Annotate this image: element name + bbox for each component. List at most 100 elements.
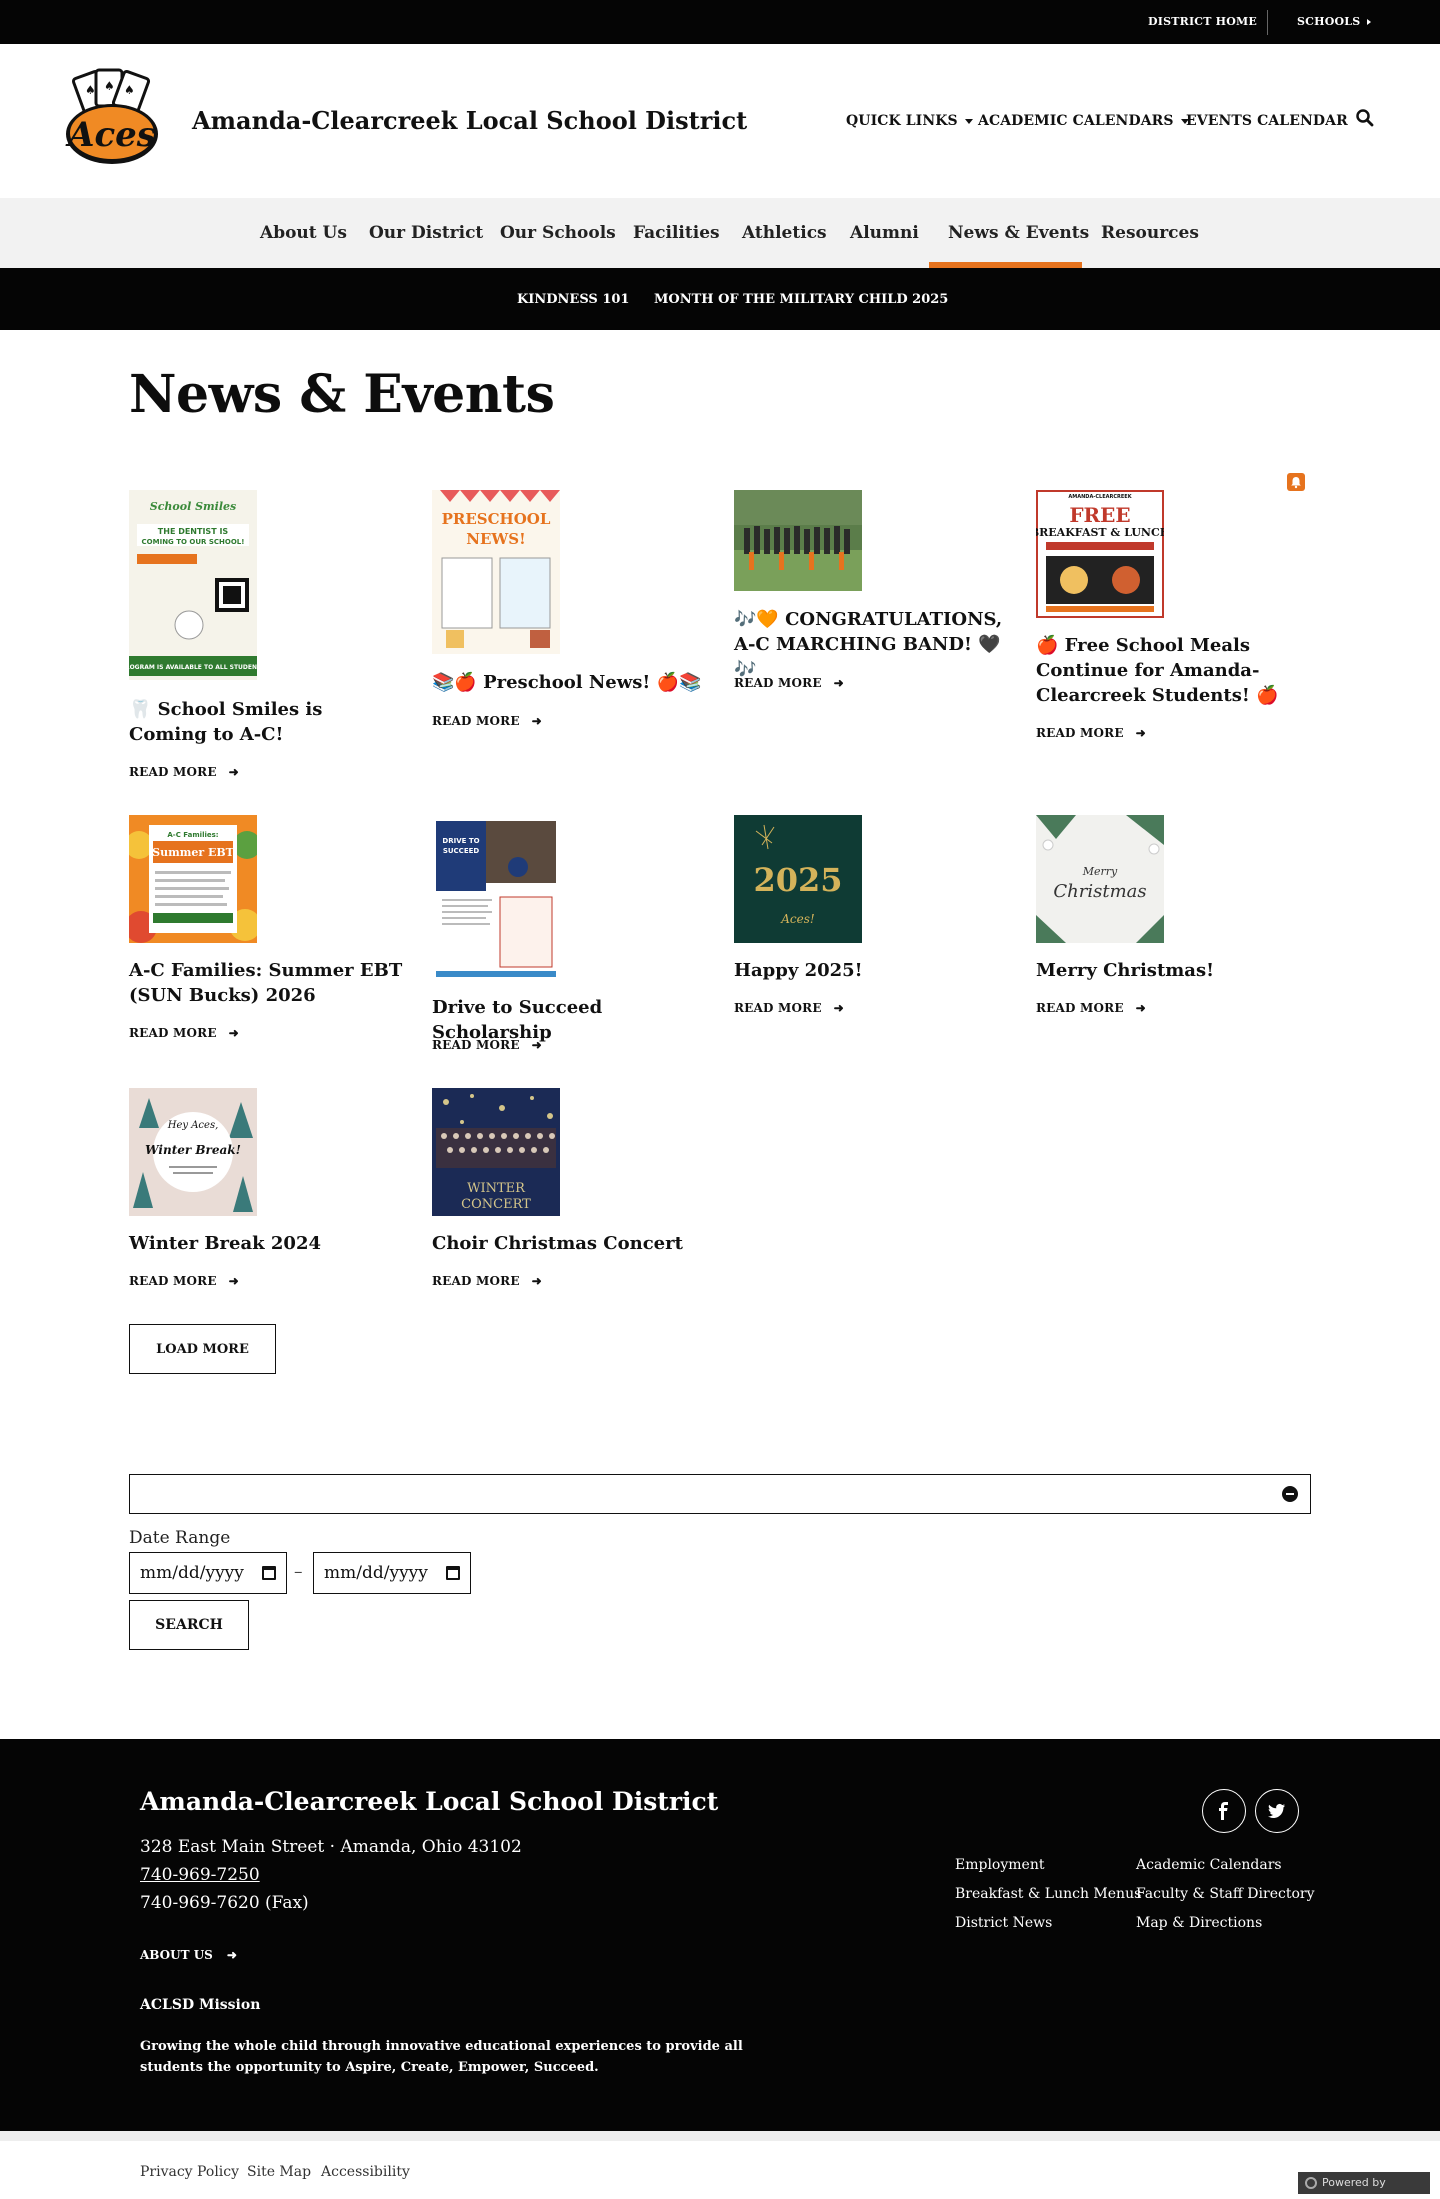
arrow-right-icon: ➜: [228, 1274, 239, 1288]
academic-calendars-label: ACADEMIC CALENDARS: [978, 113, 1174, 129]
svg-text:NEWS!: NEWS!: [466, 530, 525, 548]
collapse-icon[interactable]: [1282, 1486, 1298, 1502]
subnav-kindness-101[interactable]: KINDNESS 101: [517, 292, 629, 307]
news-thumbnail[interactable]: WINTER CONCERT: [432, 1088, 560, 1216]
schools-label: SCHOOLS: [1297, 15, 1361, 28]
news-title[interactable]: Merry Christmas!: [1036, 958, 1311, 983]
search-button[interactable]: SEARCH: [129, 1600, 249, 1650]
arrow-right-icon: ➜: [531, 714, 542, 728]
bell-icon[interactable]: [1287, 473, 1305, 491]
news-thumbnail[interactable]: School Smiles THE DENTIST IS COMING TO O…: [129, 490, 257, 680]
accessibility-link[interactable]: Accessibility: [321, 2164, 410, 2180]
site-map-link[interactable]: Site Map: [247, 2164, 311, 2180]
footer-link-district-news[interactable]: District News: [955, 1915, 1052, 1931]
read-more-link[interactable]: READ MORE ➜: [129, 765, 239, 779]
read-more-link[interactable]: READ MORE ➜: [432, 1274, 542, 1288]
news-thumbnail[interactable]: [734, 490, 862, 591]
read-more-link[interactable]: READ MORE ➜: [1036, 726, 1146, 740]
legal-bar: Privacy Policy Site Map Accessibility Po…: [0, 2131, 1440, 2199]
events-calendar-link[interactable]: EVENTS CALENDAR: [1186, 113, 1348, 129]
news-thumbnail[interactable]: A-C Families: Summer EBT: [129, 815, 257, 943]
nav-our-district[interactable]: Our District: [369, 223, 483, 243]
read-more-link[interactable]: READ MORE ➜: [734, 1001, 844, 1015]
logo-text: Aces: [65, 115, 156, 155]
nav-alumni[interactable]: Alumni: [850, 223, 919, 243]
news-title[interactable]: 🦷 School Smiles is Coming to A-C!: [129, 697, 404, 747]
district-home-link[interactable]: DISTRICT HOME: [1148, 15, 1257, 28]
calendar-icon[interactable]: [262, 1566, 276, 1580]
filter-toggle-bar[interactable]: [129, 1474, 1311, 1514]
subnav-military-child[interactable]: MONTH OF THE MILITARY CHILD 2025: [654, 292, 948, 307]
news-thumbnail[interactable]: Hey Aces, Winter Break!: [129, 1088, 257, 1216]
powered-by-finalsite[interactable]: Powered by Finalsite: [1298, 2172, 1430, 2199]
footer-link-breakfast-lunch[interactable]: Breakfast & Lunch Menus: [955, 1886, 1141, 1902]
load-more-button[interactable]: LOAD MORE: [129, 1324, 276, 1374]
privacy-policy-link[interactable]: Privacy Policy: [140, 2164, 239, 2180]
end-date-input[interactable]: mm/dd/yyyy: [313, 1552, 471, 1594]
news-thumbnail[interactable]: PRESCHOOL NEWS!: [432, 490, 560, 654]
read-more-link[interactable]: READ MORE ➜: [432, 1038, 542, 1052]
footer-link-staff-directory[interactable]: Faculty & Staff Directory: [1136, 1886, 1314, 1902]
news-thumbnail[interactable]: Merry Christmas: [1036, 815, 1164, 943]
thumb-2025-text: 2025: [753, 861, 842, 899]
svg-text:WINTER: WINTER: [467, 1181, 526, 1196]
site-footer: Amanda-Clearcreek Local School District …: [0, 1739, 1440, 2131]
caret-right-icon: [1367, 19, 1372, 25]
news-title[interactable]: Happy 2025!: [734, 958, 1009, 983]
news-title[interactable]: 📚🍎 Preschool News! 🍎📚: [432, 670, 707, 695]
svg-text:BREAKFAST & LUNCH: BREAKFAST & LUNCH: [1036, 526, 1164, 539]
svg-text:AMANDA-CLEARCREEK: AMANDA-CLEARCREEK: [1068, 494, 1132, 500]
footer-about-link[interactable]: ABOUT US ➜: [140, 1948, 237, 1962]
powered-label: Powered by Finalsite: [1322, 2176, 1386, 2199]
read-more-label: READ MORE: [1036, 1001, 1124, 1015]
news-thumbnail[interactable]: 2025 Aces!: [734, 815, 862, 943]
aces-logo[interactable]: ♠ ♠ ♠ Aces: [62, 68, 166, 172]
svg-text:FREE: FREE: [1069, 503, 1130, 527]
nav-our-schools[interactable]: Our Schools: [500, 223, 616, 243]
news-title[interactable]: Winter Break 2024: [129, 1231, 404, 1256]
read-more-link[interactable]: READ MORE ➜: [432, 714, 542, 728]
arrow-right-icon: ➜: [228, 1026, 239, 1040]
footer-link-academic-calendars[interactable]: Academic Calendars: [1136, 1857, 1282, 1873]
footer-phone-link[interactable]: 740-969-7250: [140, 1865, 260, 1885]
facebook-link[interactable]: [1202, 1789, 1246, 1833]
svg-text:SUCCEED: SUCCEED: [443, 847, 480, 855]
finalsite-icon: [1305, 2177, 1317, 2189]
read-more-label: READ MORE: [129, 1274, 217, 1288]
site-title[interactable]: Amanda-Clearcreek Local School District: [192, 106, 747, 135]
nav-news-events[interactable]: News & Events: [948, 223, 1089, 243]
date-range-dash: –: [294, 1562, 303, 1582]
start-date-input[interactable]: mm/dd/yyyy: [129, 1552, 287, 1594]
quick-links-menu[interactable]: QUICK LINKS: [846, 113, 973, 129]
news-title[interactable]: 🎶🧡 CONGRATULATIONS, A-C MARCHING BAND! 🖤…: [734, 607, 1009, 682]
footer-link-employment[interactable]: Employment: [955, 1857, 1044, 1873]
nav-about-us[interactable]: About Us: [260, 223, 347, 243]
read-more-link[interactable]: READ MORE ➜: [734, 676, 844, 690]
academic-calendars-menu[interactable]: ACADEMIC CALENDARS: [978, 113, 1189, 129]
news-title[interactable]: Choir Christmas Concert: [432, 1231, 707, 1256]
svg-text:CONCERT: CONCERT: [461, 1197, 531, 1212]
nav-resources[interactable]: Resources: [1101, 223, 1199, 243]
schools-menu[interactable]: SCHOOLS: [1297, 15, 1372, 28]
news-title[interactable]: 🍎 Free School Meals Continue for Amanda-…: [1036, 633, 1311, 708]
twitter-link[interactable]: [1255, 1789, 1299, 1833]
arrow-right-icon: ➜: [228, 765, 239, 779]
mission-heading: ACLSD Mission: [140, 1997, 261, 2013]
news-title[interactable]: A-C Families: Summer EBT (SUN Bucks) 202…: [129, 958, 404, 1008]
read-more-link[interactable]: READ MORE ➜: [129, 1026, 239, 1040]
read-more-link[interactable]: READ MORE ➜: [129, 1274, 239, 1288]
svg-text:PROGRAM IS AVAILABLE TO ALL ST: PROGRAM IS AVAILABLE TO ALL STUDENTS: [129, 664, 257, 671]
news-thumbnail[interactable]: DRIVE TO SUCCEED: [432, 815, 560, 980]
arrow-right-icon: ➜: [531, 1038, 542, 1052]
news-thumbnail[interactable]: AMANDA-CLEARCREEK FREE BREAKFAST & LUNCH: [1036, 490, 1164, 618]
search-icon[interactable]: [1355, 108, 1375, 128]
svg-text:Winter Break!: Winter Break!: [145, 1143, 241, 1157]
twitter-icon: [1268, 1803, 1285, 1818]
footer-link-map-directions[interactable]: Map & Directions: [1136, 1915, 1262, 1931]
calendar-icon[interactable]: [446, 1566, 460, 1580]
nav-facilities[interactable]: Facilities: [633, 223, 720, 243]
nav-athletics[interactable]: Athletics: [742, 223, 827, 243]
svg-text:♠: ♠: [104, 79, 115, 93]
read-more-link[interactable]: READ MORE ➜: [1036, 1001, 1146, 1015]
site-header: ♠ ♠ ♠ Aces Amanda-Clearcreek Local Schoo…: [0, 44, 1440, 198]
